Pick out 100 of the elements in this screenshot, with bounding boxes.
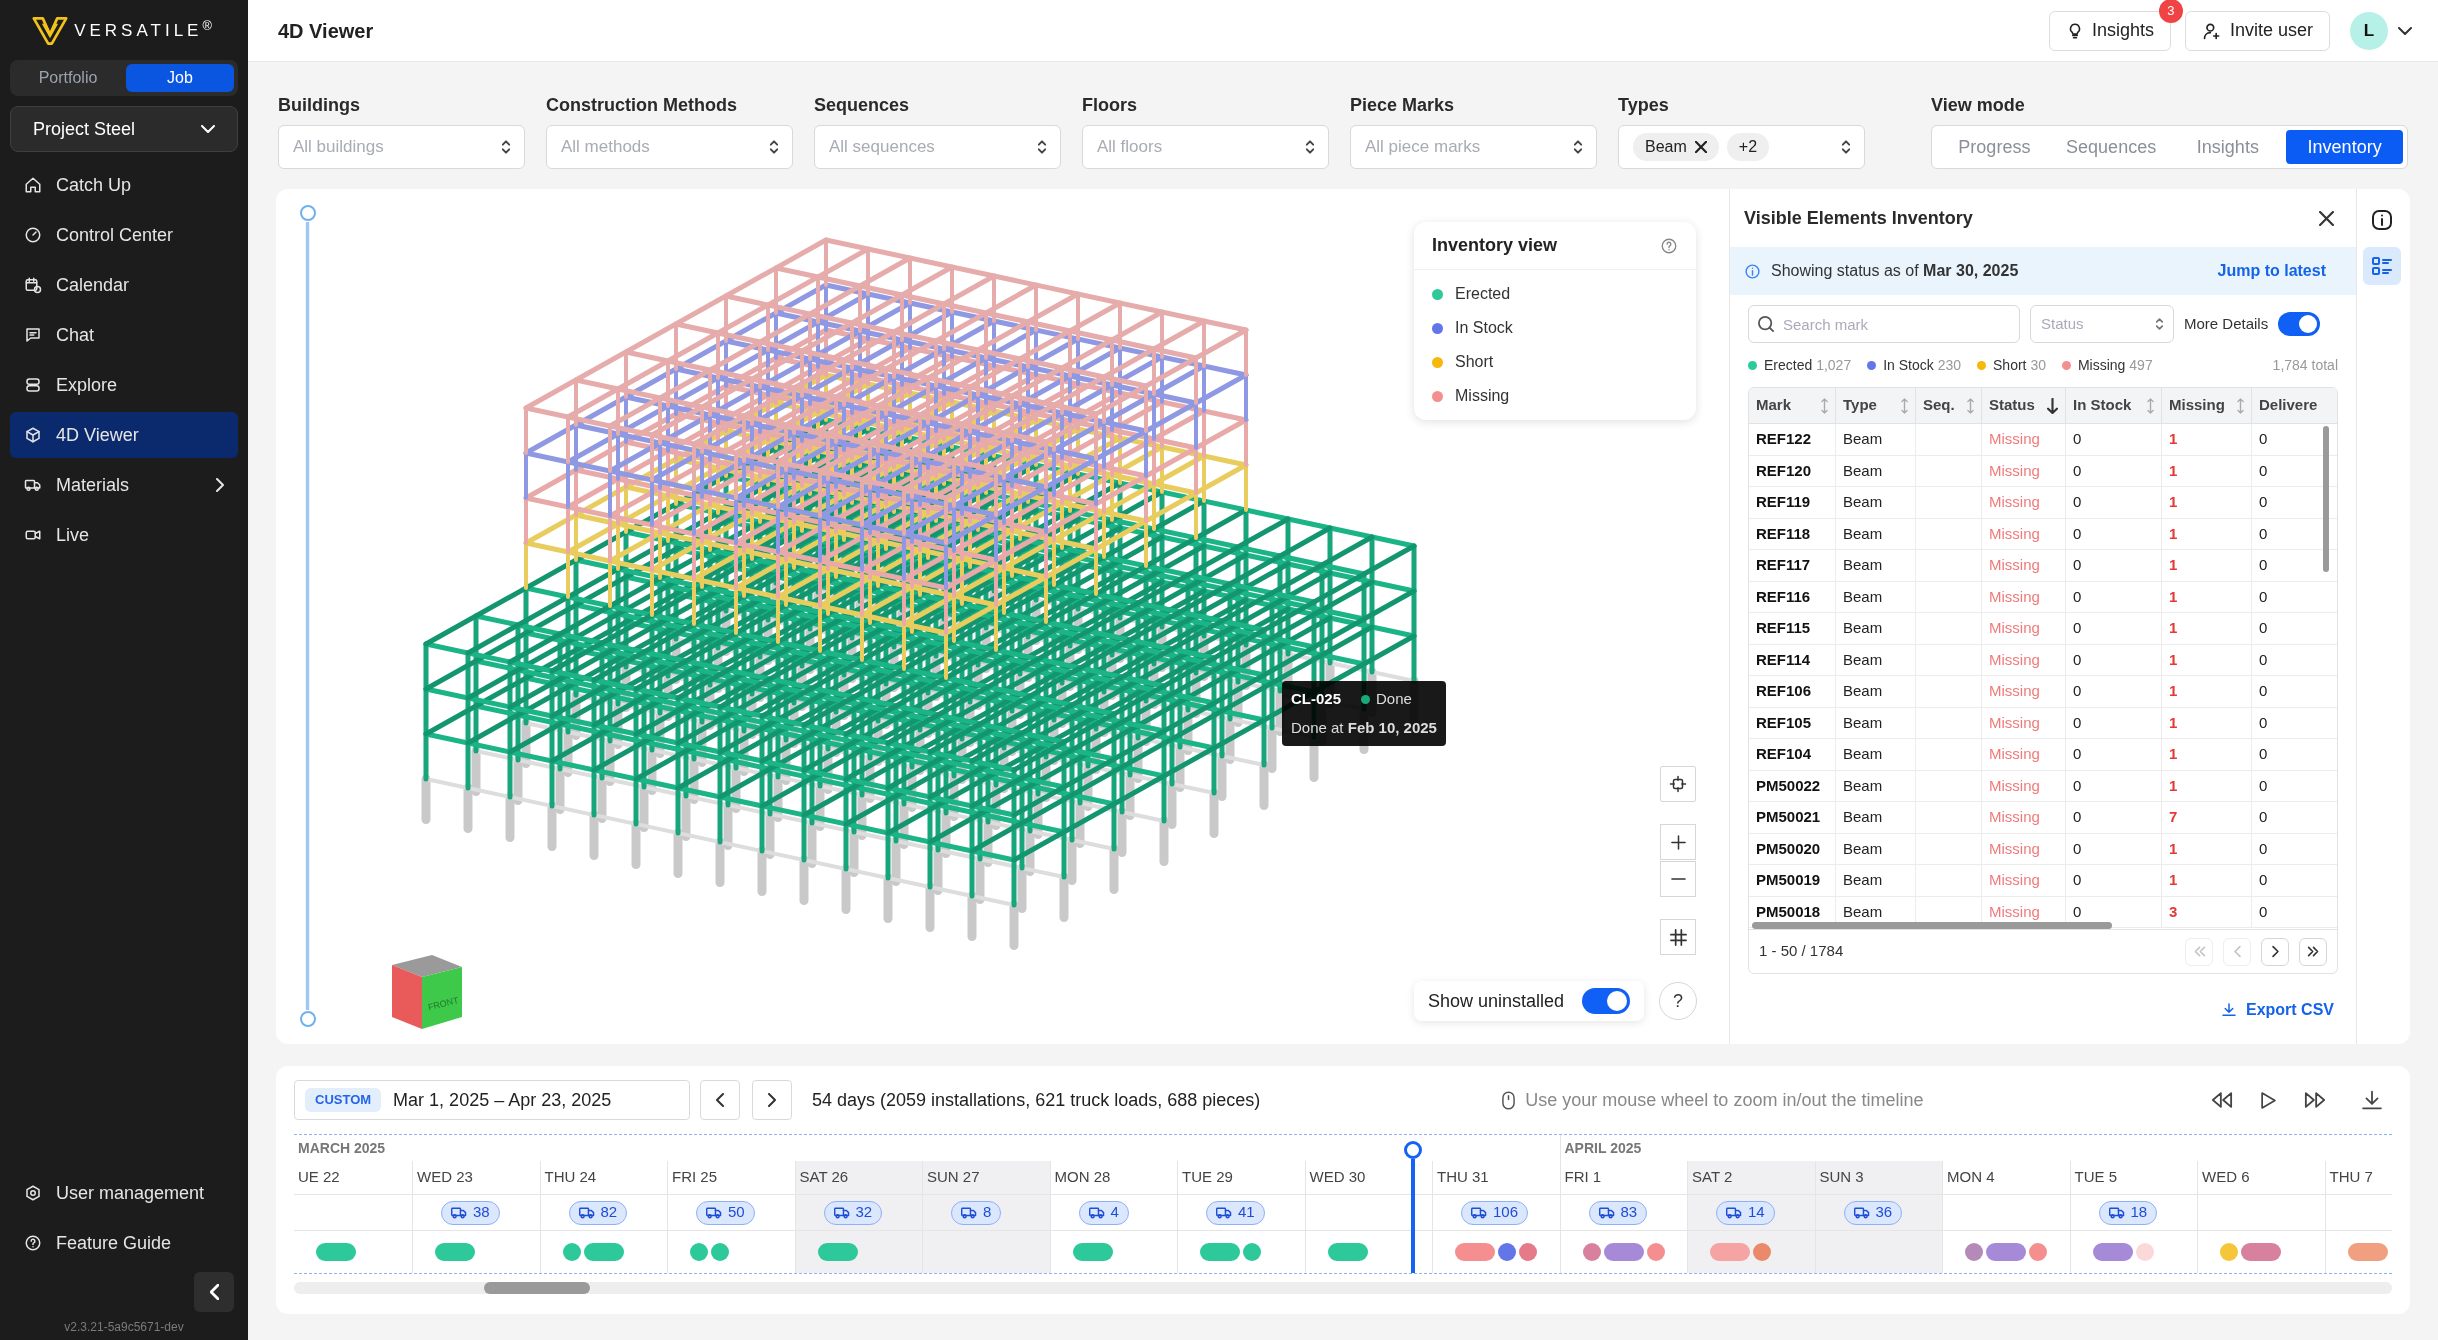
column-header[interactable]: Status <box>1981 388 2065 423</box>
truck-icon <box>1088 1205 1105 1220</box>
current-date-marker[interactable] <box>1404 1141 1422 1273</box>
scrollbar-thumb[interactable] <box>484 1282 590 1294</box>
user-menu[interactable]: L <box>2350 11 2412 50</box>
truck-count-badge[interactable]: 8 <box>951 1200 1002 1225</box>
scope-tab[interactable]: Portfolio <box>14 64 122 92</box>
nav-item[interactable]: Live <box>10 512 238 558</box>
nav-item[interactable]: User management <box>10 1170 238 1216</box>
activity-marker[interactable] <box>1455 1243 1495 1261</box>
truck-count-badge[interactable]: 14 <box>1716 1200 1775 1225</box>
rewind-button[interactable] <box>2211 1092 2233 1108</box>
column-header[interactable]: Mark <box>1749 388 1835 423</box>
view-mode-tab[interactable]: Insights <box>2169 130 2287 164</box>
activity-marker[interactable] <box>1200 1243 1240 1261</box>
next-page-button[interactable] <box>2261 937 2289 966</box>
help-button[interactable]: ? <box>1659 982 1697 1020</box>
nav-item[interactable]: Explore <box>10 362 238 408</box>
activity-marker[interactable] <box>1498 1243 1516 1261</box>
activity-marker[interactable] <box>2347 1243 2388 1261</box>
truck-count-badge[interactable]: 36 <box>1843 1200 1903 1225</box>
nav-item[interactable]: Calendar <box>10 262 238 308</box>
filter-chip[interactable]: Beam <box>1633 133 1719 161</box>
activity-marker[interactable] <box>562 1243 581 1261</box>
activity-marker[interactable] <box>817 1243 858 1261</box>
activity-marker[interactable] <box>1072 1243 1113 1261</box>
nav-item[interactable]: Catch Up <box>10 162 238 208</box>
column-header[interactable]: Type <box>1835 388 1915 423</box>
activity-marker[interactable] <box>1519 1243 1537 1261</box>
column-header[interactable]: Missing <box>2161 388 2251 423</box>
activity-marker[interactable] <box>1753 1243 1771 1261</box>
nav-item[interactable]: Materials <box>10 462 238 508</box>
column-header[interactable]: In Stock <box>2065 388 2161 423</box>
truck-count-badge[interactable]: 18 <box>2098 1200 2158 1225</box>
play-button[interactable] <box>2261 1091 2276 1109</box>
nav-item[interactable]: Chat <box>10 312 238 358</box>
filter-select[interactable]: Beam +2 <box>1618 125 1865 169</box>
truck-count-badge[interactable]: 32 <box>823 1200 883 1225</box>
month-label: APRIL 2025 <box>1563 1138 1642 1158</box>
activity-marker[interactable] <box>711 1243 729 1261</box>
truck-count-badge[interactable]: 83 <box>1588 1200 1648 1225</box>
project-select[interactable]: Project Steel <box>10 106 238 152</box>
view-mode-tab[interactable]: Sequences <box>2052 130 2170 164</box>
version-label: v2.3.21-5a9c5671-dev <box>63 1319 185 1336</box>
activity-marker[interactable] <box>1710 1243 1750 1261</box>
activity-marker[interactable] <box>1965 1243 1983 1261</box>
truck-count-badge[interactable]: 4 <box>1078 1200 1129 1225</box>
filter-chip[interactable]: +2 <box>1726 133 1770 161</box>
activity-marker[interactable] <box>2135 1243 2154 1261</box>
column-header[interactable]: Seq. <box>1915 388 1981 423</box>
scrollbar-thumb[interactable] <box>1752 922 2112 929</box>
activity-marker[interactable] <box>690 1243 708 1261</box>
truck-count-badge[interactable]: 41 <box>1206 1200 1265 1225</box>
slider-handle[interactable] <box>300 205 316 221</box>
activity-marker[interactable] <box>435 1243 475 1261</box>
view-mode-tab[interactable]: Progress <box>1936 130 2053 164</box>
invite-user-button[interactable]: Invite user <box>2184 10 2330 51</box>
truck-count-badge[interactable]: 106 <box>1461 1200 1529 1225</box>
activity-marker[interactable] <box>1646 1243 1665 1261</box>
activity-marker[interactable] <box>1986 1243 2026 1261</box>
toggle-switch[interactable] <box>2278 312 2321 336</box>
activity-marker[interactable] <box>1603 1243 1644 1261</box>
column-header[interactable]: Delivere <box>2251 388 2335 423</box>
recenter-button[interactable] <box>1660 766 1696 802</box>
date-range-field[interactable]: CUSTOM Mar 1, 2025 – Apr 23, 2025 <box>294 1080 690 1120</box>
activity-marker[interactable] <box>1582 1243 1601 1261</box>
timeline-scrollbar[interactable] <box>294 1282 2392 1294</box>
nav-item[interactable]: Feature Guide <box>10 1220 238 1266</box>
scope-tab[interactable]: Job <box>126 64 234 92</box>
activity-marker[interactable] <box>2241 1243 2281 1261</box>
truck-count-badge[interactable]: 38 <box>441 1200 500 1225</box>
slider-handle[interactable] <box>300 1011 316 1027</box>
download-button[interactable] <box>2362 1090 2382 1110</box>
search-field[interactable]: Search mark <box>1748 305 2020 343</box>
fast-forward-button[interactable] <box>2304 1092 2326 1108</box>
truck-count-badge[interactable]: 50 <box>696 1200 755 1225</box>
zoom-in-button[interactable] <box>1660 824 1696 860</box>
jump-to-latest-link[interactable]: Jump to latest <box>2217 259 2326 283</box>
activity-marker[interactable] <box>316 1243 356 1261</box>
activity-marker[interactable] <box>583 1243 624 1261</box>
export-csv-link[interactable]: Export CSV <box>2220 998 2334 1022</box>
toggle-switch[interactable] <box>1582 988 1631 1014</box>
floor-range-slider[interactable] <box>299 205 317 1027</box>
close-button[interactable] <box>2319 210 2334 226</box>
zoom-out-button[interactable] <box>1660 861 1696 897</box>
collapse-sidebar-button[interactable] <box>194 1272 234 1312</box>
activity-marker[interactable] <box>2092 1243 2133 1261</box>
activity-marker[interactable] <box>1327 1243 1368 1261</box>
view-mode-tab[interactable]: Inventory <box>2286 130 2403 164</box>
grid-button[interactable] <box>1660 919 1696 955</box>
last-page-button[interactable] <box>2299 937 2327 966</box>
nav-item[interactable]: Control Center <box>10 212 238 258</box>
previous-button[interactable] <box>700 1080 740 1120</box>
truck-count-badge[interactable]: 82 <box>568 1200 628 1225</box>
activity-marker[interactable] <box>2220 1243 2238 1261</box>
nav-item[interactable]: 4D Viewer <box>10 412 238 458</box>
activity-marker[interactable] <box>2029 1243 2047 1261</box>
activity-marker[interactable] <box>1243 1243 1261 1261</box>
next-button[interactable] <box>752 1080 792 1120</box>
scrollbar-thumb[interactable] <box>2323 426 2329 572</box>
